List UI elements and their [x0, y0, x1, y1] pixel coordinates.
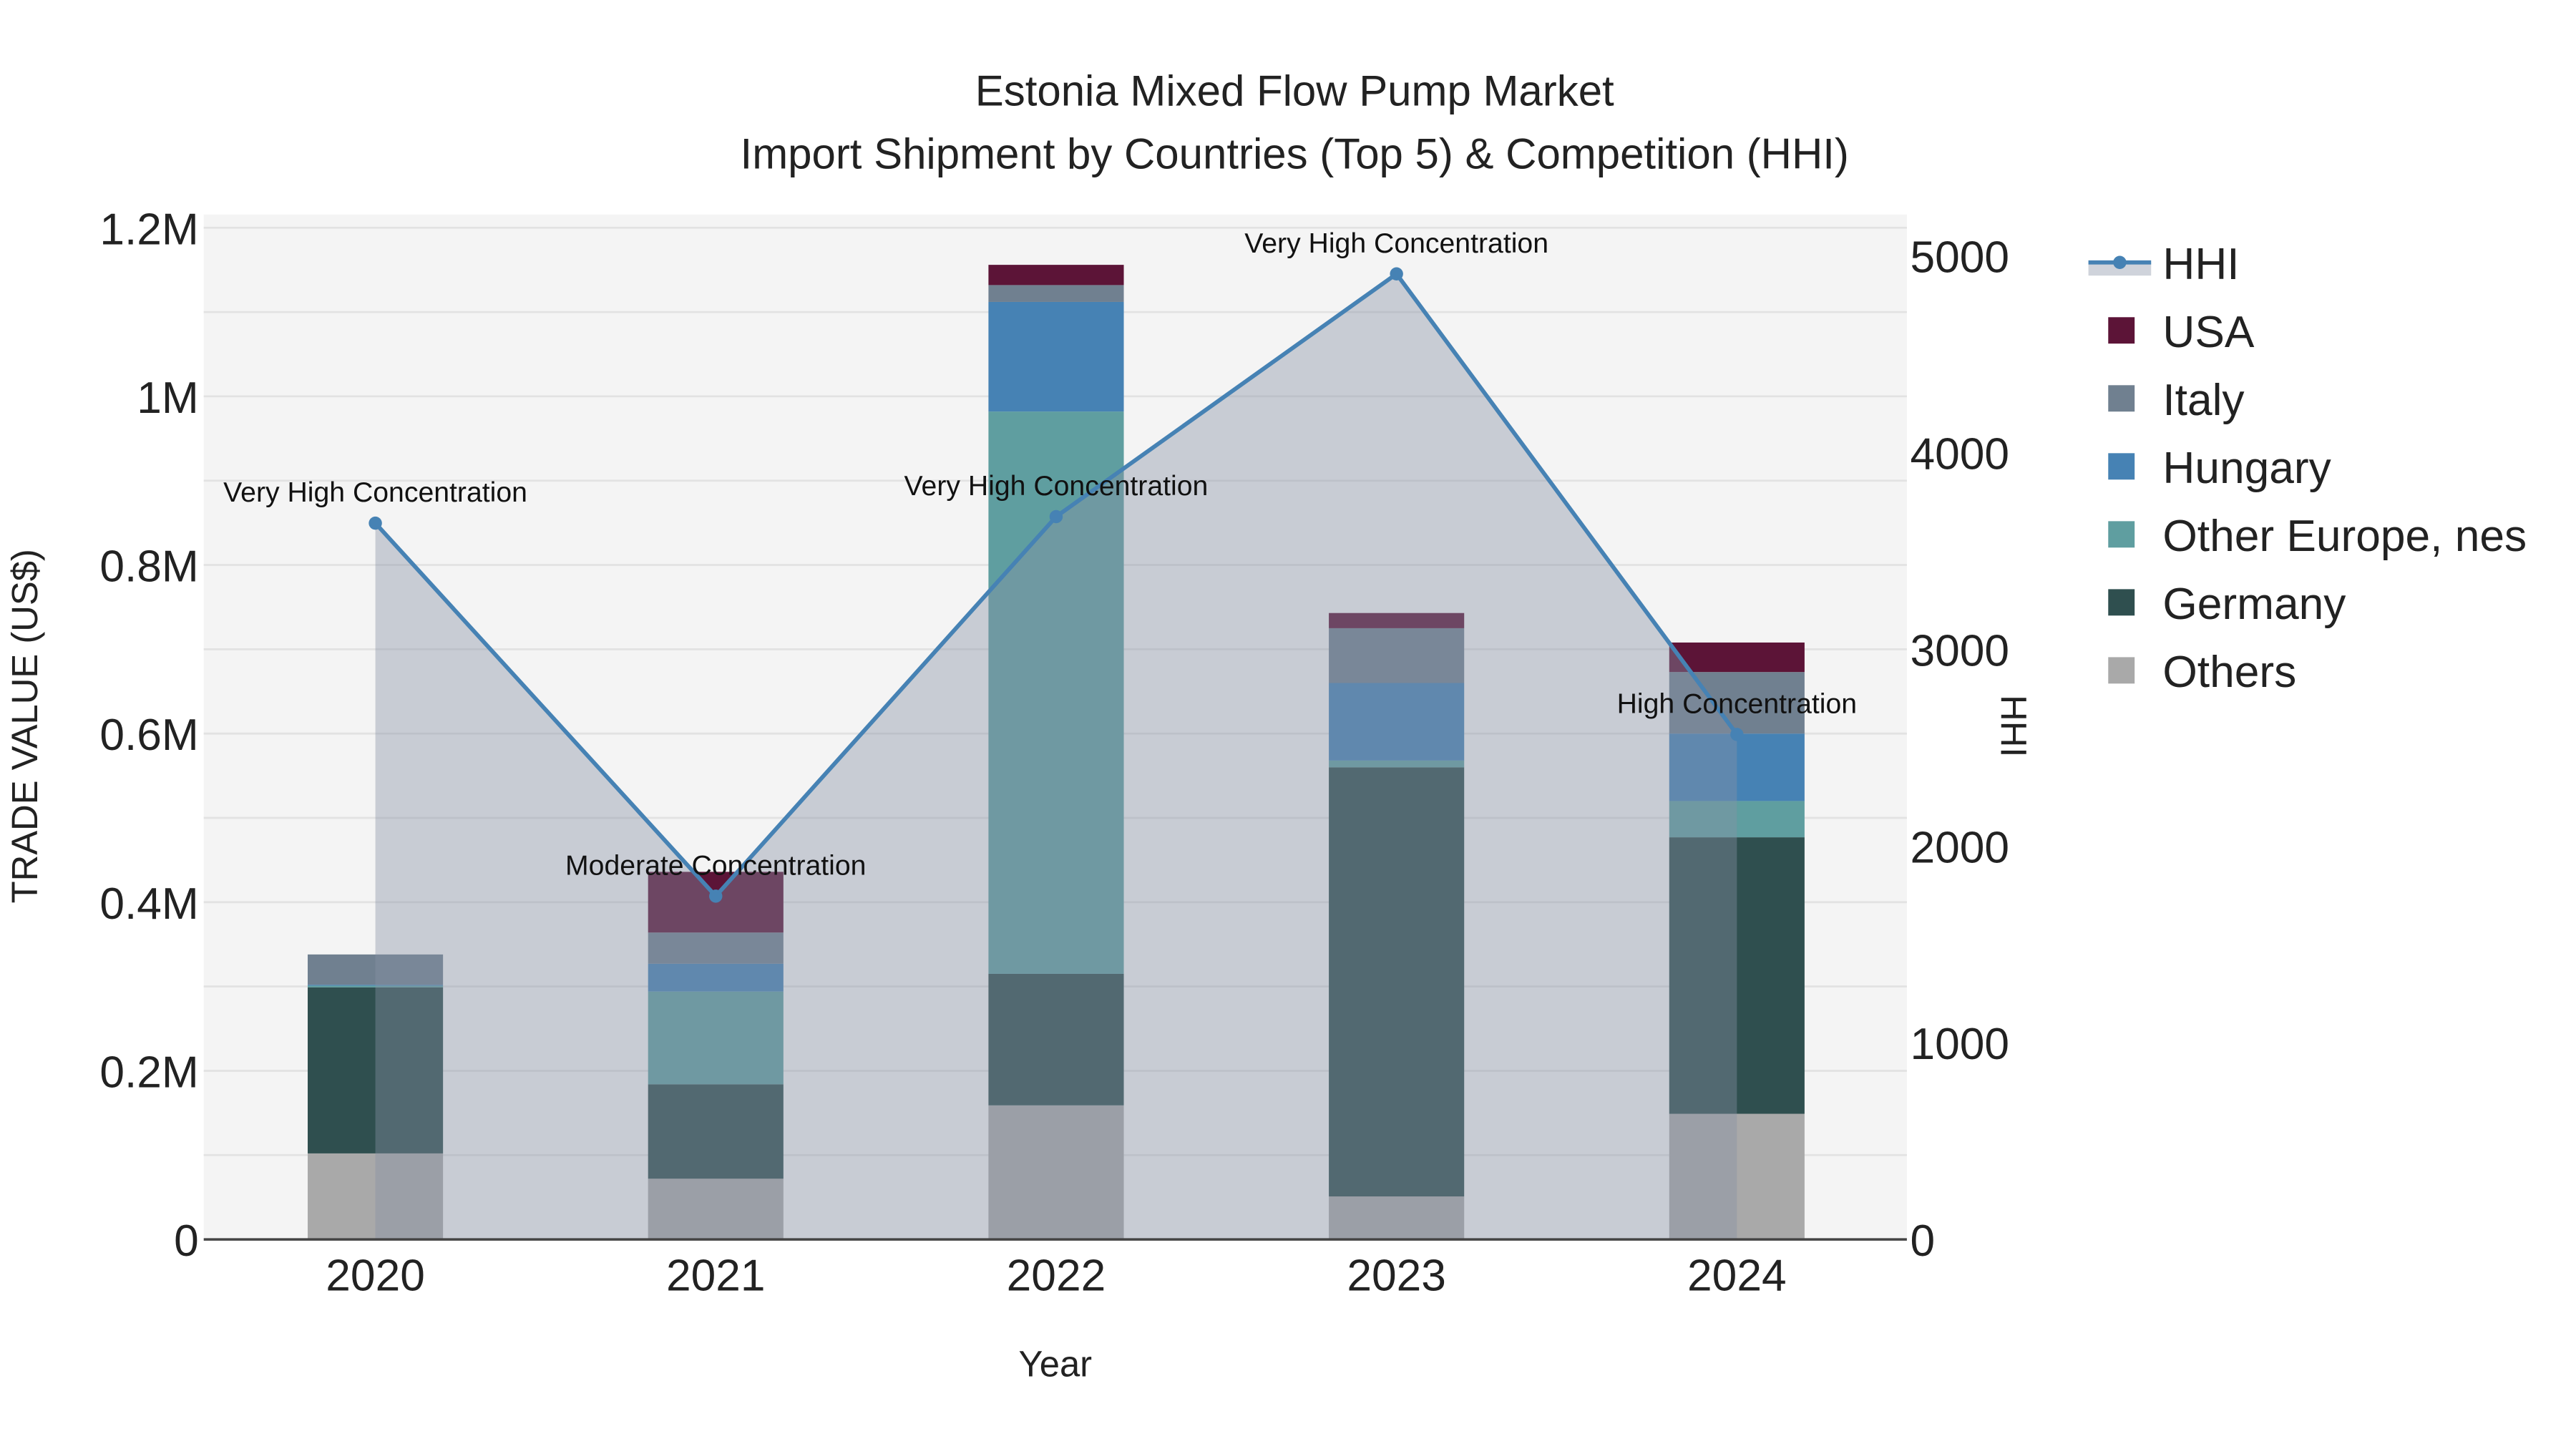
bar-hungary-2022 [988, 301, 1124, 412]
x-axis-label: Year [1019, 1344, 1093, 1385]
hhi-annotation: High Concentration [1617, 688, 1857, 719]
legend-item-other-europe-nes[interactable]: Other Europe, nes [2108, 512, 2527, 561]
chart-title: Estonia Mixed Flow Pump Market [975, 67, 1614, 115]
legend-swatch [2108, 657, 2135, 684]
x-tick-label: 2023 [1347, 1252, 1446, 1301]
y-axis-ticks: 0 0.2M 0.4M 0.6M 0.8M 1M 1.2M [99, 205, 198, 1266]
legend-item-hhi[interactable]: HHI [2088, 240, 2240, 289]
chart-subtitle: Import Shipment by Countries (Top 5) & C… [741, 130, 1849, 177]
x-tick-label: 2022 [1007, 1252, 1106, 1301]
y2-axis-label: HHI [1993, 695, 2034, 757]
hhi-point-2023 [1390, 267, 1403, 281]
y-tick-label: 0 [174, 1216, 199, 1266]
y2-tick-label: 1000 [1911, 1020, 2010, 1069]
legend: HHI USA Italy Hungary Other Europe, nes Germa… [2088, 240, 2527, 697]
legend-item-germany[interactable]: Germany [2108, 580, 2346, 629]
y2-tick-label: 0 [1911, 1216, 1936, 1266]
legend-label: Others [2162, 648, 2296, 697]
y2-tick-label: 4000 [1911, 429, 2010, 479]
legend-swatch [2108, 453, 2135, 480]
hhi-annotation: Moderate Concentration [565, 850, 866, 881]
legend-item-italy[interactable]: Italy [2108, 376, 2245, 425]
legend-label: Germany [2162, 580, 2346, 629]
legend-swatch [2108, 521, 2135, 548]
legend-item-others[interactable]: Others [2108, 648, 2296, 697]
y-axis-label: TRADE VALUE (US$) [4, 549, 45, 903]
bar-usa-2022 [988, 265, 1124, 286]
bar-italy-2022 [988, 285, 1124, 302]
y-tick-label: 0.8M [99, 542, 198, 592]
hhi-annotation: Very High Concentration [1244, 228, 1548, 259]
y-tick-label: 1.2M [99, 205, 198, 254]
legend-swatch [2108, 589, 2135, 616]
legend-swatch [2108, 385, 2135, 412]
chart: Very High Concentration Moderate Concentr… [4, 67, 2527, 1385]
hhi-annotation: Very High Concentration [904, 471, 1209, 502]
y2-tick-label: 5000 [1911, 233, 2010, 283]
legend-label: Hungary [2162, 444, 2331, 493]
hhi-point-2024 [1730, 728, 1744, 741]
hhi-annotation: Very High Concentration [223, 477, 527, 508]
legend-item-usa[interactable]: USA [2108, 308, 2255, 357]
x-axis-ticks: 2020 2021 2022 2023 2024 [326, 1252, 1786, 1301]
y2-tick-label: 2000 [1911, 823, 2010, 872]
y2-tick-label: 3000 [1911, 626, 2010, 675]
legend-label: Other Europe, nes [2162, 512, 2527, 561]
legend-marker-icon [2113, 255, 2127, 269]
hhi-point-2021 [709, 889, 723, 903]
y-tick-label: 0.4M [99, 879, 198, 929]
hhi-point-2022 [1049, 509, 1063, 524]
x-tick-label: 2021 [666, 1252, 766, 1301]
hhi-point-2020 [369, 516, 382, 530]
legend-label: Italy [2162, 376, 2245, 425]
y-tick-label: 0.2M [99, 1048, 198, 1098]
x-tick-label: 2020 [326, 1252, 425, 1301]
legend-swatch [2108, 317, 2135, 344]
legend-label: HHI [2162, 240, 2239, 289]
y-tick-label: 1M [137, 374, 199, 423]
x-tick-label: 2024 [1687, 1252, 1787, 1301]
y-tick-label: 0.6M [99, 711, 198, 760]
legend-item-hungary[interactable]: Hungary [2108, 444, 2332, 493]
legend-label: USA [2162, 308, 2254, 357]
